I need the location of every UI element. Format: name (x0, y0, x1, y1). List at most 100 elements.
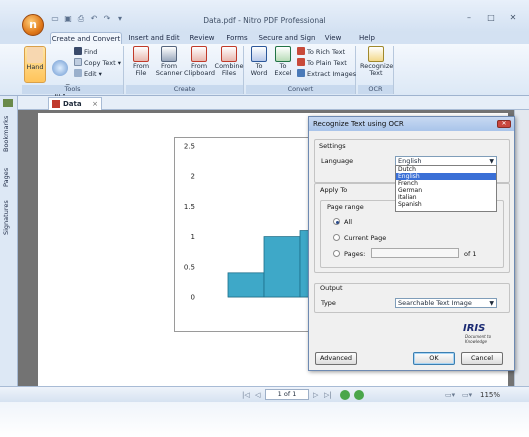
cancel-button[interactable]: Cancel (461, 352, 503, 365)
ok-button[interactable]: OK (413, 352, 455, 365)
advanced-button[interactable]: Advanced (315, 352, 357, 365)
app-window: n ▭ ▣ ⎙ ↶ ↷ ▾ Data.pdf - Nitro PDF Profe… (0, 0, 529, 437)
to-excel-label: To Excel (274, 62, 292, 77)
from-file-label: From File (132, 62, 150, 77)
output-type-select[interactable]: Searchable Text Image ▼ (395, 298, 497, 308)
prev-page-icon[interactable]: ◁ (255, 390, 260, 400)
tab-create-and-convert[interactable]: Create and Convert (50, 32, 122, 44)
dialog-close-button[interactable]: ✕ (497, 120, 511, 128)
zoom-level[interactable]: 115% (480, 390, 500, 400)
from-scanner-button[interactable]: From Scanner (155, 46, 183, 77)
create-group: From File From Scanner From Clipboard Co… (126, 46, 244, 94)
panel-icon[interactable] (3, 99, 13, 107)
output-fieldset: Output Type Searchable Text Image ▼ (314, 283, 510, 313)
tab-help[interactable]: Help (354, 32, 380, 44)
find-button[interactable]: Find (74, 47, 97, 56)
combine-files-label: Combine Files (214, 62, 244, 77)
application-orb-button[interactable]: n (22, 14, 44, 36)
hand-button[interactable]: Hand (24, 46, 46, 83)
chevron-down-icon: ▼ (489, 300, 494, 307)
pdf-doc-icon (52, 100, 60, 108)
pages-input[interactable] (371, 248, 459, 258)
bookmarks-tab[interactable]: Bookmarks (2, 111, 16, 157)
magnifier-icon (52, 60, 68, 76)
excel-icon (275, 46, 291, 62)
from-clipboard-button[interactable]: From Clipboard (184, 46, 215, 77)
radio-pages-label: Pages: (344, 250, 366, 258)
word-icon (251, 46, 267, 62)
next-page-icon[interactable]: ▷ (313, 390, 318, 400)
forward-icon[interactable] (354, 390, 364, 400)
to-word-label: To Word (250, 62, 268, 77)
extract-images-label: Extract Images (307, 70, 357, 78)
orb-label: n (29, 18, 37, 31)
back-icon[interactable] (340, 390, 350, 400)
find-label: Find (84, 48, 98, 56)
close-tab-icon[interactable]: × (92, 98, 98, 110)
close-window-icon[interactable]: ✕ (503, 12, 523, 24)
language-option[interactable]: Spanish (396, 201, 496, 208)
tab-forms[interactable]: Forms (222, 32, 252, 44)
plain-text-icon (297, 58, 305, 66)
status-bar: |◁ ◁ 1 of 1 ▷ ▷| ▭▾ ▭▾ 115% (0, 386, 529, 402)
language-label: Language (321, 157, 354, 165)
language-option[interactable]: Italian (396, 194, 496, 201)
to-rich-text-label: To Rich Text (307, 48, 346, 56)
window-reflection (0, 402, 529, 437)
settings-label: Settings (319, 142, 346, 150)
tab-view[interactable]: View (320, 32, 346, 44)
extract-images-button[interactable]: Extract Images (297, 69, 356, 78)
minimize-icon[interactable]: – (459, 12, 479, 24)
page-number-field[interactable]: 1 of 1 (265, 389, 309, 400)
document-tab-label: Data (63, 100, 82, 108)
language-value: English (398, 157, 422, 165)
copy-text-button[interactable]: Copy Text ▾ (74, 58, 121, 67)
from-file-button[interactable]: From File (128, 46, 154, 77)
copy-text-label: Copy Text ▾ (84, 59, 122, 67)
recognize-text-button[interactable]: Recognize Text (360, 46, 394, 77)
radio-pages[interactable] (333, 250, 340, 257)
ocr-group-title: OCR (358, 85, 393, 94)
scanner-icon (161, 46, 177, 62)
title-bar: n ▭ ▣ ⎙ ↶ ↷ ▾ Data.pdf - Nitro PDF Profe… (0, 0, 529, 36)
maximize-icon[interactable]: □ (481, 12, 501, 24)
radio-all[interactable] (333, 218, 340, 225)
ribbon-tabs: Create and Convert Insert and Edit Revie… (0, 32, 529, 44)
signatures-tab[interactable]: Signatures (2, 198, 16, 238)
tools-group: Hand Zoom In ▾ Find Copy Text ▾ Edit ▾ T… (22, 46, 124, 98)
tab-review[interactable]: Review (186, 32, 218, 44)
side-panel: Bookmarks Pages Signatures (0, 96, 18, 396)
first-page-icon[interactable]: |◁ (242, 390, 250, 400)
copy-text-icon (74, 58, 82, 66)
y-tick-label: 0.5 (184, 263, 195, 271)
tab-secure-and-sign[interactable]: Secure and Sign (258, 32, 316, 44)
to-excel-button[interactable]: To Excel (272, 46, 294, 77)
tab-insert-and-edit[interactable]: Insert and Edit (124, 32, 184, 44)
language-option[interactable]: French (396, 180, 496, 187)
pages-tab[interactable]: Pages (2, 162, 16, 192)
recognize-text-label: Recognize Text (360, 62, 394, 77)
radio-current-label: Current Page (344, 234, 387, 242)
combine-files-button[interactable]: Combine Files (214, 46, 244, 77)
edit-arrow-icon (74, 69, 82, 77)
document-tab-data[interactable]: Data × (48, 97, 102, 110)
fit-width-icon[interactable]: ▭▾ (462, 390, 472, 400)
to-plain-text-button[interactable]: To Plain Text (297, 58, 347, 67)
last-page-icon[interactable]: ▷| (324, 390, 332, 400)
radio-current-page[interactable] (333, 234, 340, 241)
fit-page-icon[interactable]: ▭▾ (445, 390, 455, 400)
vertical-scrollbar[interactable] (514, 110, 529, 386)
to-word-button[interactable]: To Word (248, 46, 270, 77)
tools-group-title: Tools (22, 85, 123, 94)
language-option-selected[interactable]: English (396, 173, 496, 180)
radio-all-label: All (344, 218, 353, 226)
iris-logo-text: IRIS (463, 323, 486, 334)
dialog-title-bar: Recognize Text using OCR ✕ (309, 117, 514, 131)
edit-button[interactable]: Edit ▾ (74, 69, 102, 78)
language-option[interactable]: German (396, 187, 496, 194)
to-rich-text-button[interactable]: To Rich Text (297, 47, 345, 56)
iris-logo: IRIS Document to Knowledge (463, 323, 514, 344)
ocr-dialog: Recognize Text using OCR ✕ Settings Lang… (308, 116, 515, 371)
window-title: Data.pdf - Nitro PDF Professional (203, 16, 326, 25)
language-option[interactable]: Dutch (396, 166, 496, 173)
